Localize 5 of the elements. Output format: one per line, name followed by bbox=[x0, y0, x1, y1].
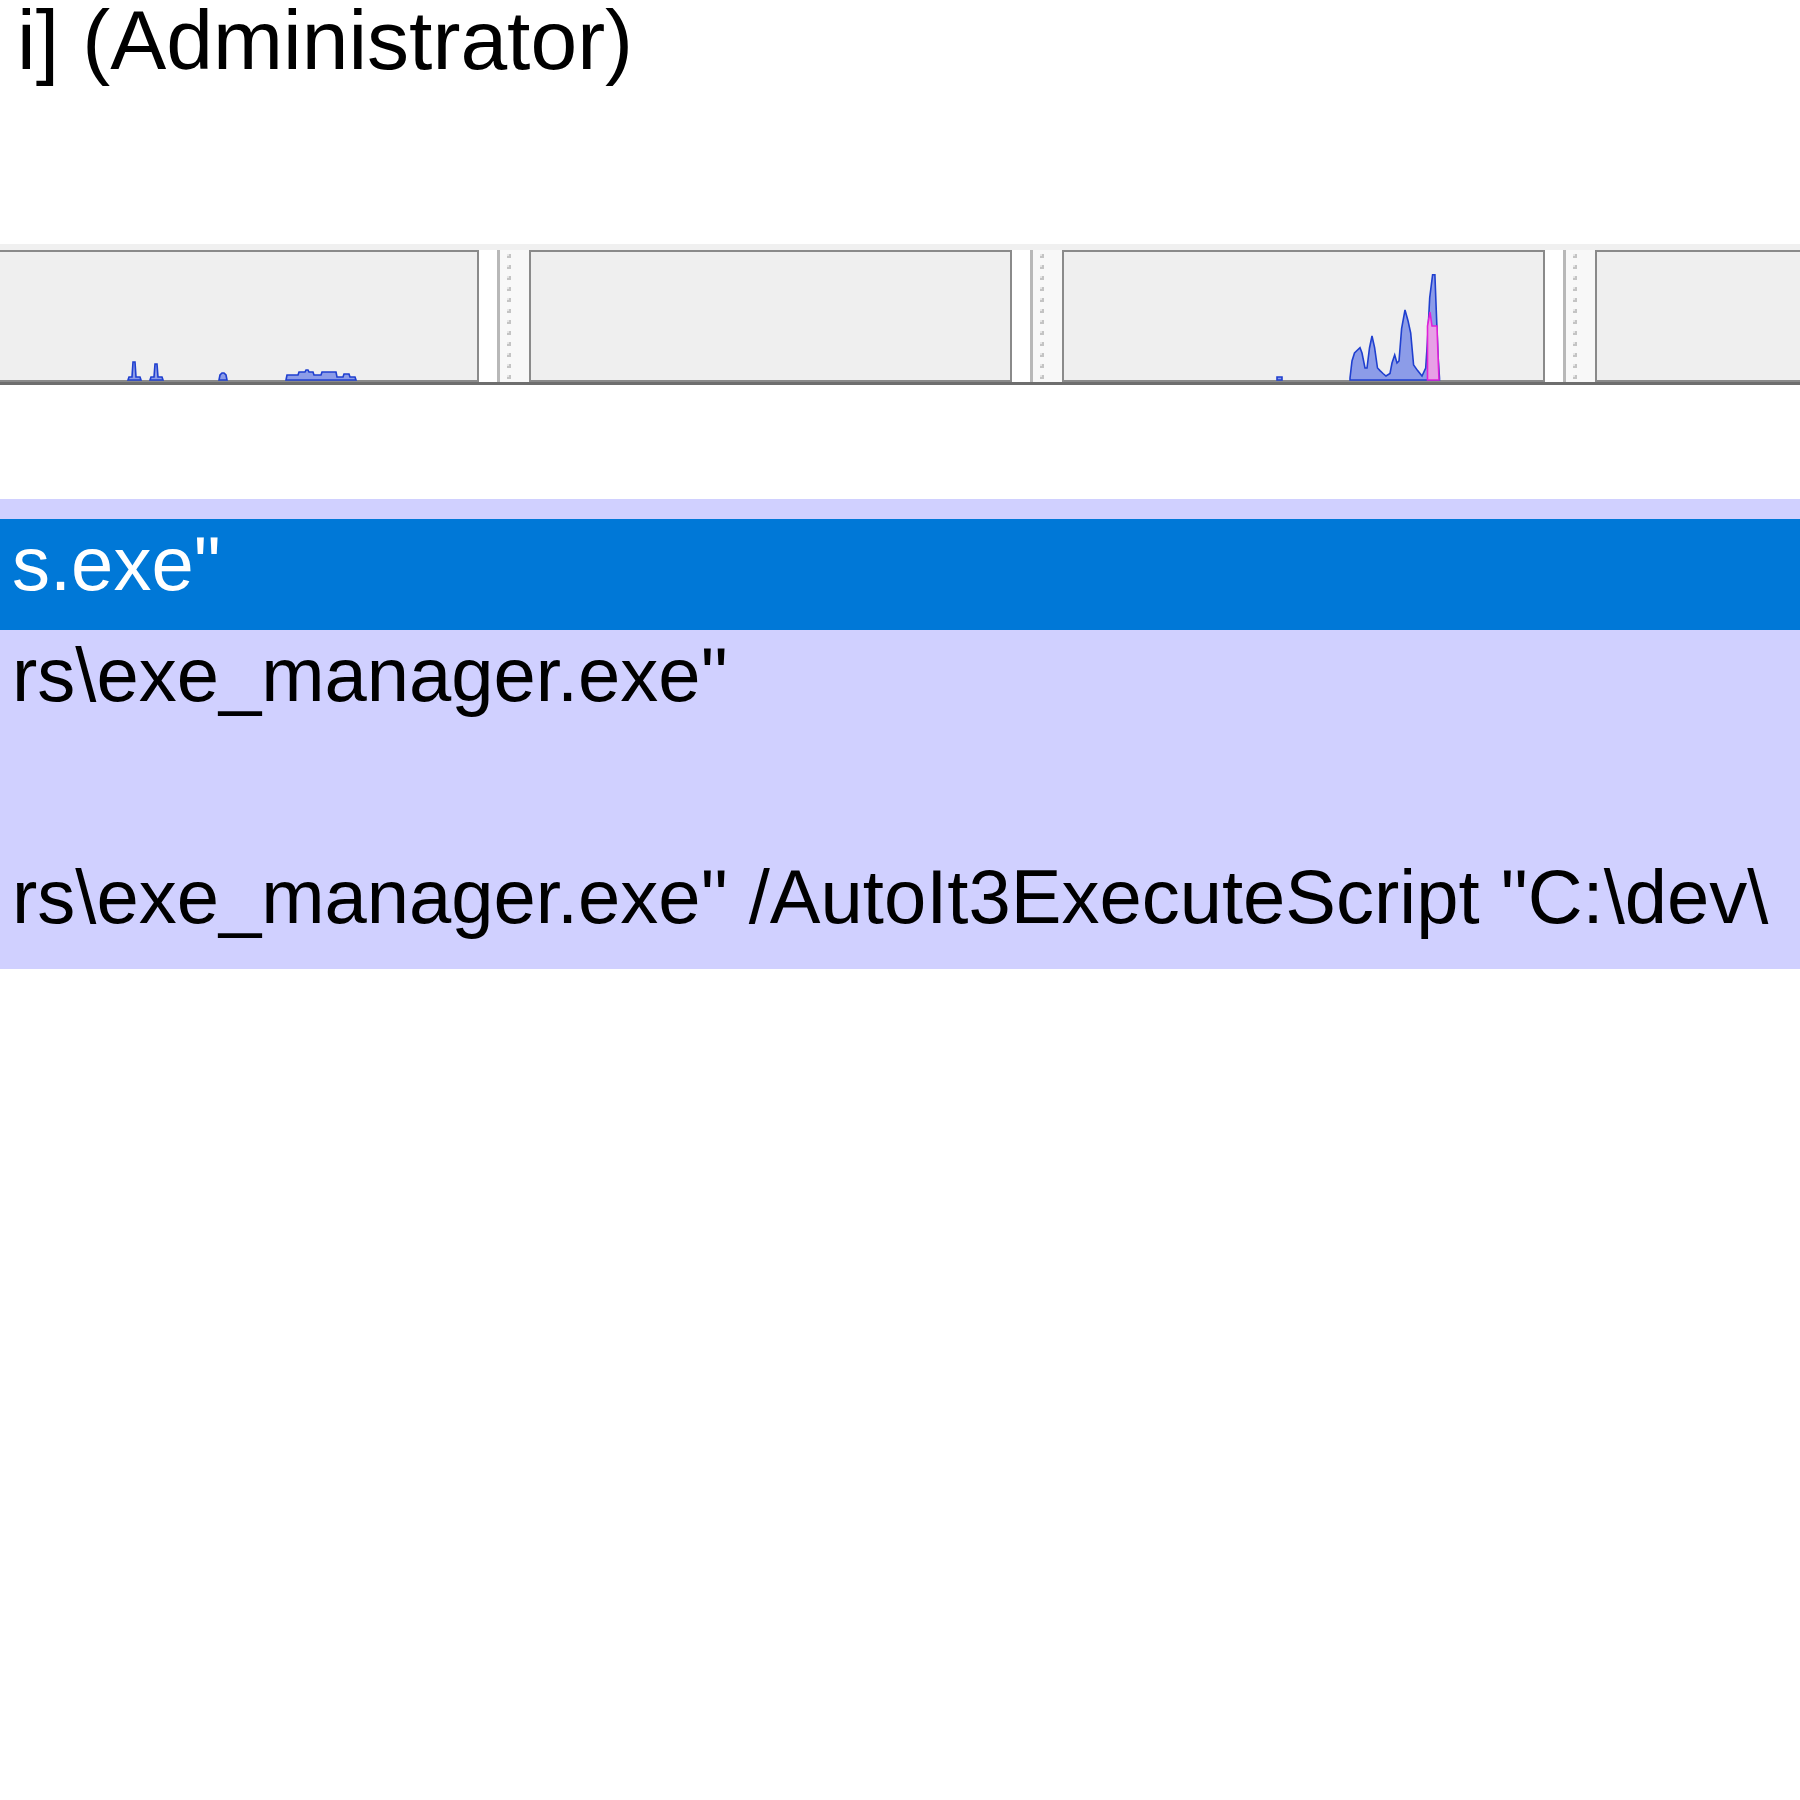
gripper-icon[interactable] bbox=[497, 250, 529, 382]
gripper-icon[interactable] bbox=[1563, 250, 1595, 382]
gripper-icon[interactable] bbox=[1030, 250, 1062, 382]
process-row[interactable]: s.exe" bbox=[0, 519, 1800, 630]
window-title: i] (Administrator) bbox=[17, 0, 634, 89]
